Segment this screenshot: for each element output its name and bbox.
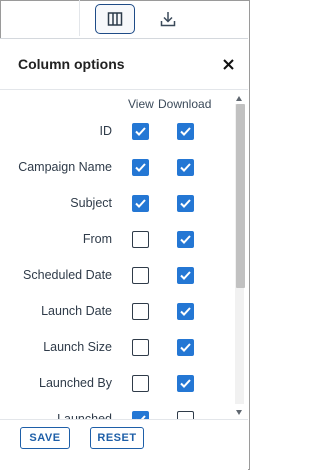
column-option-row: ID (0, 120, 232, 144)
download-checkbox[interactable] (177, 303, 194, 320)
panel-header: Column options (0, 39, 248, 90)
check-icon (180, 271, 191, 280)
column-option-row: Subject (0, 192, 232, 216)
panel-footer: SAVE RESET (0, 419, 248, 471)
view-checkbox[interactable] (132, 231, 149, 248)
view-checkbox[interactable] (132, 195, 149, 212)
check-icon (180, 199, 191, 208)
column-option-row: Launch Date (0, 300, 232, 324)
close-button[interactable] (220, 56, 236, 72)
download-button[interactable] (148, 4, 188, 34)
column-option-label: Campaign Name (18, 160, 112, 174)
column-option-row: Campaign Name (0, 156, 232, 180)
view-checkbox[interactable] (132, 339, 149, 356)
download-checkbox[interactable] (177, 267, 194, 284)
column-option-label: Launch Date (41, 304, 112, 318)
view-checkbox[interactable] (132, 123, 149, 140)
column-option-label: ID (99, 124, 113, 138)
download-icon (160, 12, 176, 27)
download-checkbox[interactable] (177, 159, 194, 176)
view-checkbox[interactable] (132, 411, 149, 419)
check-icon (135, 163, 146, 172)
check-icon (135, 199, 146, 208)
download-checkbox[interactable] (177, 411, 194, 419)
scroll-up-arrow-icon[interactable] (236, 96, 242, 101)
check-icon (180, 127, 191, 136)
check-icon (180, 343, 191, 352)
scroll-down-arrow-icon[interactable] (236, 410, 242, 415)
column-options-list: View Download ID Campaign Name Subject From… (0, 90, 248, 419)
check-icon (180, 379, 191, 388)
column-option-label: From (82, 232, 112, 246)
column-option-label: Scheduled Date (23, 268, 112, 282)
close-icon (222, 58, 234, 70)
check-icon (135, 127, 146, 136)
check-icon (180, 307, 191, 316)
panel-title: Column options (18, 56, 125, 72)
column-option-row: Launch Size (0, 336, 232, 360)
scrollbar[interactable] (234, 90, 245, 419)
view-checkbox[interactable] (132, 303, 149, 320)
column-option-row: Launched (0, 408, 232, 419)
view-checkbox[interactable] (132, 267, 149, 284)
reset-button[interactable]: RESET (90, 427, 144, 449)
check-icon (180, 235, 191, 244)
scroll-thumb[interactable] (236, 104, 245, 288)
check-icon (180, 163, 191, 172)
download-checkbox[interactable] (177, 195, 194, 212)
columns-button[interactable] (95, 4, 135, 34)
download-column-header: Download (158, 97, 212, 111)
scroll-track[interactable] (235, 104, 245, 404)
column-option-row: Scheduled Date (0, 264, 232, 288)
download-checkbox[interactable] (177, 339, 194, 356)
download-checkbox[interactable] (177, 123, 194, 140)
save-button[interactable]: SAVE (20, 427, 70, 449)
column-option-row: From (0, 228, 232, 252)
column-option-label: Launched By (39, 376, 112, 390)
column-option-label: Launch Size (43, 340, 112, 354)
download-checkbox[interactable] (177, 231, 194, 248)
columns-icon (107, 12, 123, 26)
background-divider (79, 0, 80, 36)
column-options-panel: Column options View Download ID Campaign … (0, 38, 248, 471)
view-checkbox[interactable] (132, 375, 149, 392)
view-column-header: View (128, 97, 154, 111)
column-option-label: Subject (70, 196, 112, 210)
download-checkbox[interactable] (177, 375, 194, 392)
column-option-label: Launched (57, 412, 112, 419)
view-checkbox[interactable] (132, 159, 149, 176)
column-option-row: Launched By (0, 372, 232, 396)
